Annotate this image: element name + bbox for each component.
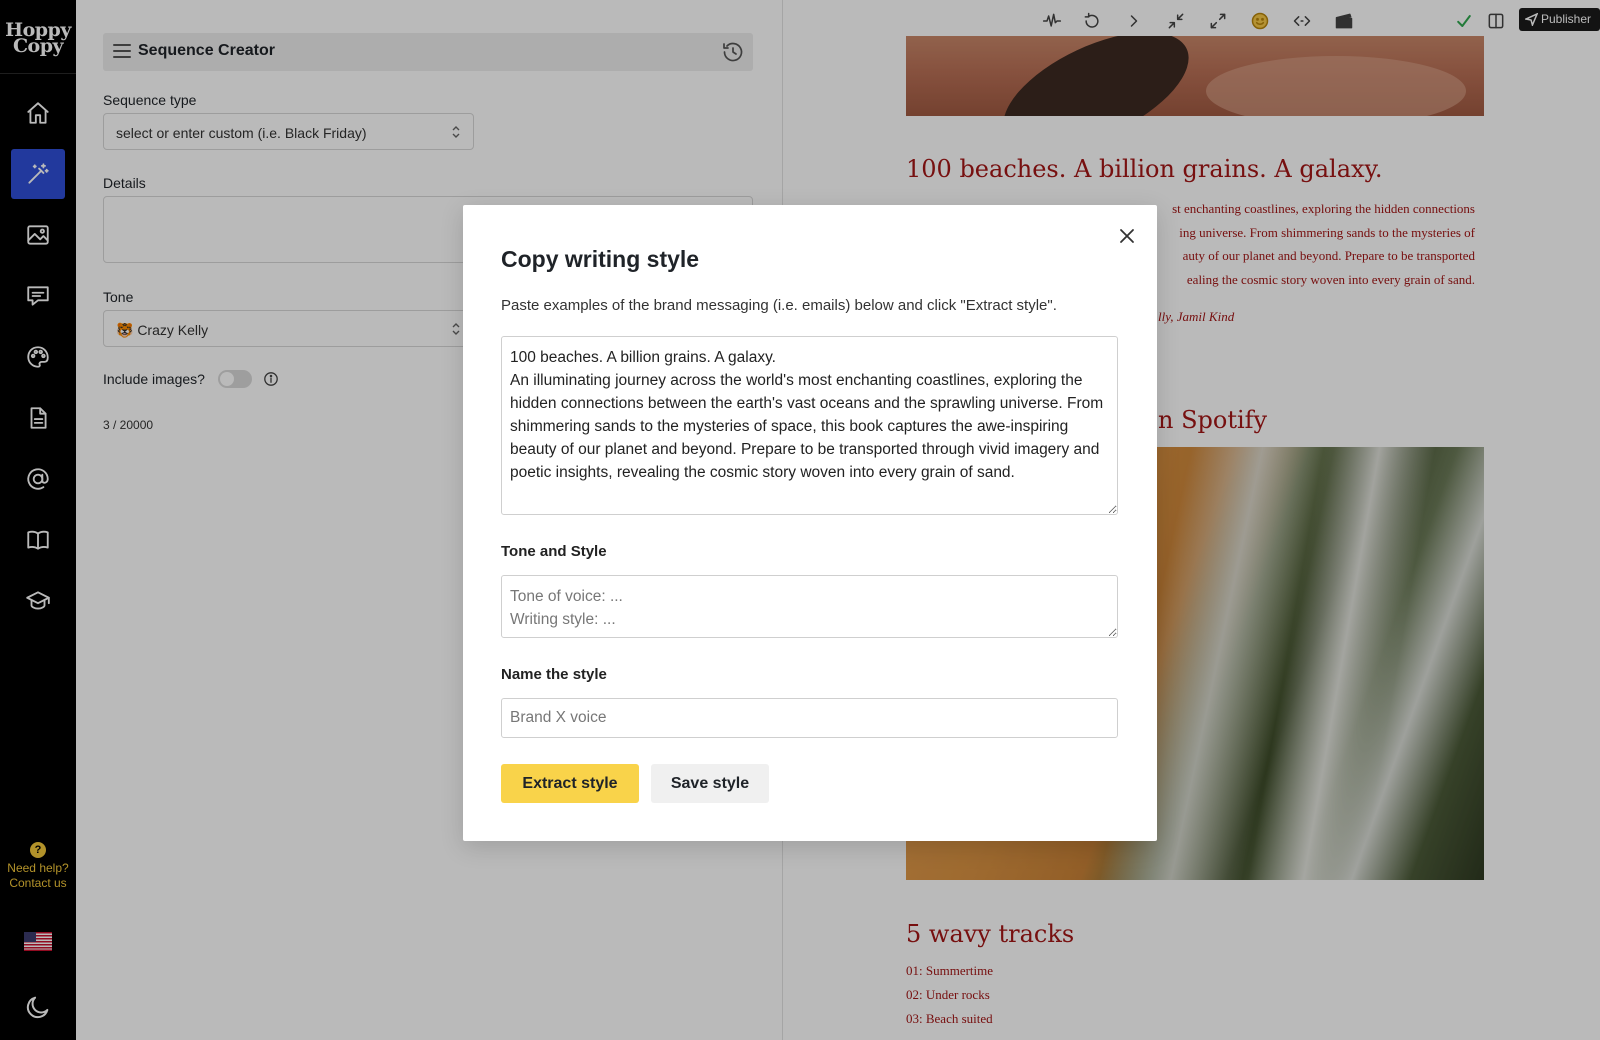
tone-style-label: Tone and Style	[501, 543, 607, 560]
extract-style-button[interactable]: Extract style	[501, 764, 639, 803]
brand-examples-input[interactable]: 100 beaches. A billion grains. A galaxy.…	[501, 336, 1118, 515]
tone-style-input[interactable]	[501, 575, 1118, 638]
style-name-input[interactable]	[501, 698, 1118, 738]
close-icon[interactable]	[1117, 226, 1137, 246]
dialog-title: Copy writing style	[501, 246, 700, 272]
style-name-label: Name the style	[501, 666, 607, 683]
save-style-button[interactable]: Save style	[651, 764, 769, 803]
dialog-description: Paste examples of the brand messaging (i…	[501, 297, 1057, 314]
copy-style-dialog: Copy writing style Paste examples of the…	[463, 205, 1157, 841]
